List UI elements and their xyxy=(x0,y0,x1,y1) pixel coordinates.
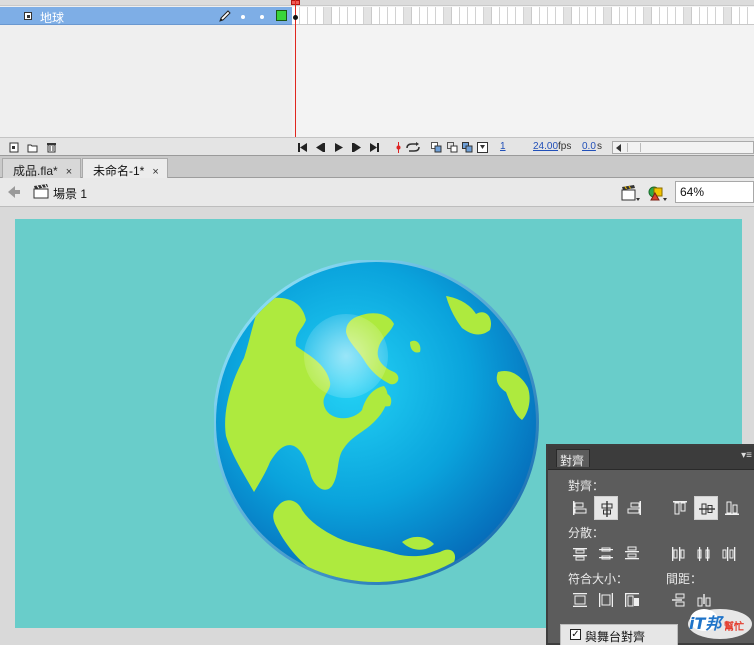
visibility-dot[interactable] xyxy=(241,15,245,19)
frame-marker xyxy=(724,7,732,24)
tab-untitled-1[interactable]: 未命名-1* × xyxy=(82,158,168,178)
close-icon[interactable]: × xyxy=(152,166,158,178)
match-height-button[interactable] xyxy=(594,588,618,612)
keyframe-dot[interactable] xyxy=(293,15,298,20)
panel-menu-icon[interactable]: ▾≡ xyxy=(741,450,752,461)
distribute-left-edge-button[interactable] xyxy=(666,542,690,566)
back-arrow-icon[interactable] xyxy=(8,186,20,198)
align-panel-tab[interactable]: 對齊 xyxy=(556,449,590,468)
layer-list: 地球 xyxy=(0,6,292,137)
scene-clapper-icon xyxy=(33,184,49,199)
align-top-edge-button[interactable] xyxy=(668,496,692,520)
lock-dot[interactable] xyxy=(260,15,264,19)
ithome-watermark-logo: iT邦 幫忙 xyxy=(688,609,752,639)
go-to-last-frame-icon[interactable] xyxy=(369,142,380,153)
distribute-vertical-center-button[interactable] xyxy=(594,542,618,566)
frame-marker xyxy=(324,7,332,24)
match-width-button[interactable] xyxy=(568,588,592,612)
align-bottom-edge-button[interactable] xyxy=(720,496,744,520)
loop-icon[interactable] xyxy=(405,142,421,153)
match-size-section-label: 符合大小： xyxy=(568,572,629,586)
play-icon[interactable] xyxy=(333,142,344,153)
tab-finished-file[interactable]: 成品.fla* × xyxy=(2,158,82,178)
frame-marker xyxy=(644,7,652,24)
timeline-panel: 地球 1 24.00 fps 0.0 s xyxy=(0,0,754,156)
align-vertical-center-button[interactable] xyxy=(694,496,718,520)
frames-area[interactable] xyxy=(292,6,754,137)
edit-symbols-icon[interactable] xyxy=(647,182,671,204)
scroll-thumb[interactable] xyxy=(627,143,641,152)
frame-marker xyxy=(484,7,492,24)
align-to-stage-checkbox[interactable]: ✓ 與舞台對齊 xyxy=(560,624,678,645)
frame-marker xyxy=(524,7,532,24)
checkmark-icon[interactable]: ✓ xyxy=(570,629,581,640)
delete-layer-icon[interactable] xyxy=(46,142,57,153)
current-frame-value[interactable]: 1 xyxy=(500,141,506,152)
edit-bar: 場景 1 64% xyxy=(0,178,754,207)
spacing-section-label: 間距： xyxy=(666,572,703,586)
modify-onion-markers-icon[interactable] xyxy=(477,142,488,153)
tab-label: 未命名-1* xyxy=(93,164,145,178)
new-folder-icon[interactable] xyxy=(27,142,38,153)
pencil-icon[interactable] xyxy=(217,8,233,24)
scene-name: 場景 1 xyxy=(53,187,88,201)
distribute-top-edge-button[interactable] xyxy=(568,542,592,566)
step-back-icon[interactable] xyxy=(315,142,326,153)
flash-workspace: 地球 1 24.00 fps 0.0 s 成品.fla* × 未命名-1* × … xyxy=(0,0,754,645)
globe-gloss-highlight xyxy=(304,314,388,398)
step-forward-icon[interactable] xyxy=(351,142,362,153)
close-icon[interactable]: × xyxy=(66,166,72,178)
layer-outline-color[interactable] xyxy=(276,10,287,21)
frame-marker xyxy=(564,7,572,24)
distribute-bottom-edge-button[interactable] xyxy=(620,542,644,566)
document-tabs: 成品.fla* × 未命名-1* × xyxy=(0,156,754,178)
onion-skin-icon[interactable] xyxy=(431,142,442,153)
elapsed-time-value[interactable]: 0.0 xyxy=(582,141,596,152)
align-to-stage-label: 與舞台對齊 xyxy=(585,630,646,644)
frame-marker xyxy=(364,7,372,24)
frame-row-earth[interactable] xyxy=(292,7,754,25)
go-to-first-frame-icon[interactable] xyxy=(297,142,308,153)
onion-skin-outlines-icon[interactable] xyxy=(447,142,458,153)
fps-unit: fps xyxy=(558,141,572,152)
match-width-and-height-button[interactable] xyxy=(620,588,644,612)
layer-name[interactable]: 地球 xyxy=(40,9,64,26)
timeline-horizontal-scrollbar[interactable] xyxy=(612,141,754,154)
earth-globe-graphic[interactable] xyxy=(214,260,544,590)
zoom-level-input[interactable]: 64% xyxy=(675,181,754,203)
frame-marker xyxy=(604,7,612,24)
tab-label: 成品.fla* xyxy=(13,164,58,178)
distribute-right-edge-button[interactable] xyxy=(718,542,742,566)
fps-value[interactable]: 24.00 xyxy=(533,141,558,152)
distribute-horizontal-center-button[interactable] xyxy=(692,542,716,566)
distribute-section-label: 分散： xyxy=(568,526,605,540)
elapsed-time-unit: s xyxy=(597,141,602,152)
layer-type-icon xyxy=(24,12,32,20)
edit-multiple-frames-icon[interactable] xyxy=(462,142,473,153)
layer-row-earth[interactable]: 地球 xyxy=(0,7,292,25)
align-left-edge-button[interactable] xyxy=(568,496,592,520)
center-frame-icon[interactable] xyxy=(393,142,404,153)
edit-scene-icon[interactable] xyxy=(620,182,644,204)
frame-marker xyxy=(444,7,452,24)
scroll-left-arrow-icon[interactable] xyxy=(616,144,621,152)
timeline-toolbar: 1 24.00 fps 0.0 s xyxy=(0,137,754,156)
align-panel-header: 對齊 ▾≡ xyxy=(548,446,754,470)
align-horizontal-center-button[interactable] xyxy=(594,496,618,520)
frame-marker xyxy=(404,7,412,24)
svg-text:iT邦: iT邦 xyxy=(689,614,724,633)
align-right-edge-button[interactable] xyxy=(622,496,646,520)
align-section-label: 對齊： xyxy=(568,479,605,493)
playhead-line xyxy=(295,0,296,137)
svg-text:幫忙: 幫忙 xyxy=(724,620,744,633)
frame-marker xyxy=(684,7,692,24)
new-layer-icon[interactable] xyxy=(9,142,20,153)
